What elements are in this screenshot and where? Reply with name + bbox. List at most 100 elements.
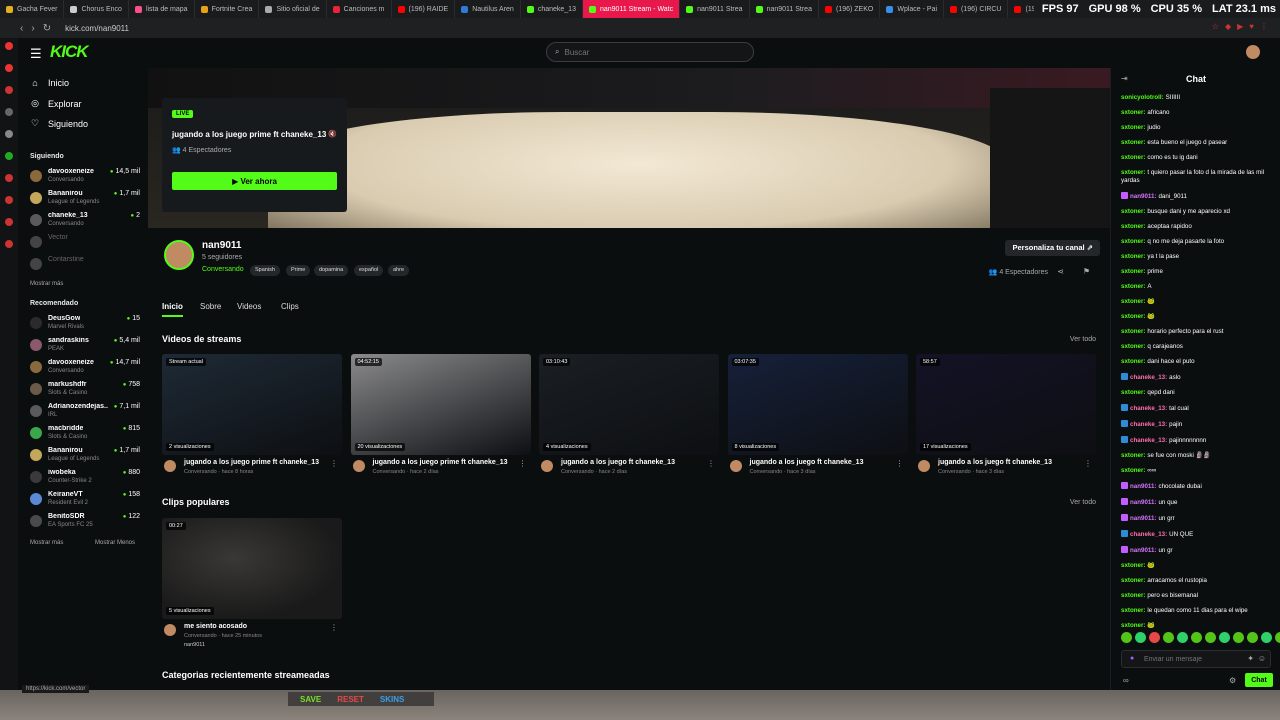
emote-icon[interactable] (1205, 632, 1216, 643)
rail-app-icon[interactable] (5, 86, 13, 94)
live-stream-card[interactable]: LIVE 🔇 jugando a los juego prime ft chan… (162, 98, 347, 212)
mic-icon[interactable]: ● (1130, 655, 1134, 662)
chat-username[interactable]: chaneke_13: (1130, 531, 1167, 538)
emoji-icon[interactable]: ☺ (1258, 654, 1266, 663)
extension-icon[interactable]: ◆ (1225, 22, 1231, 31)
sidebar-nav-home[interactable]: ⌂ Inicio (30, 78, 69, 88)
tab-videos[interactable]: Videos (237, 302, 261, 311)
tag-chip[interactable]: ahre (388, 265, 410, 276)
chat-username[interactable]: sxtoner: (1121, 283, 1145, 290)
chat-username[interactable]: chaneke_13: (1130, 437, 1167, 444)
emote-icon[interactable] (1261, 632, 1272, 643)
channel-category-link[interactable]: Conversando (202, 266, 244, 273)
chat-input[interactable] (1144, 655, 1234, 663)
search-input[interactable] (564, 47, 735, 57)
rail-app-icon[interactable] (5, 42, 13, 50)
video-menu-icon[interactable]: ⋮ (707, 459, 715, 468)
video-thumbnail[interactable]: 04:52:15 20 visualizaciones (350, 354, 531, 455)
video-title[interactable]: jugando a los juego prime ft chaneke_13 (373, 459, 508, 466)
browser-tab[interactable]: Fortnite Crea (195, 0, 260, 18)
skins-button[interactable]: SKINS (380, 695, 404, 704)
chat-username[interactable]: sonicyolotroll: (1121, 94, 1164, 101)
back-icon[interactable]: ‹ (20, 23, 23, 34)
chat-username[interactable]: sxtoner: (1121, 223, 1145, 230)
mute-icon[interactable]: 🔇 (328, 130, 337, 138)
browser-tab[interactable]: Sitio oficial de (259, 0, 327, 18)
emote-icon[interactable] (1177, 632, 1188, 643)
save-button[interactable]: SAVE (300, 695, 321, 704)
stream-video-card[interactable]: 03:07:35 8 visualizaciones jugando a los j… (727, 354, 908, 483)
browser-tab[interactable]: lista de mapa (129, 0, 195, 18)
video-title[interactable]: jugando a los juego ft chaneke_13 (938, 459, 1052, 466)
watch-now-button[interactable]: ▶ Ver ahora (172, 172, 337, 190)
sidebar-channel[interactable]: KeiraneVT Resident Evil 2 158 (30, 491, 140, 511)
clip-author-name[interactable]: nan9011 (184, 642, 205, 648)
video-title[interactable]: jugando a los juego ft chaneke_13 (750, 459, 864, 466)
chat-username[interactable]: sxtoner: (1121, 607, 1145, 614)
browser-tab[interactable]: Gacha Fever (0, 0, 65, 18)
chat-send-button[interactable]: Chat (1245, 673, 1273, 687)
chat-input-box[interactable]: ● ✦ ☺ (1121, 650, 1271, 668)
url-field[interactable]: kick.com/nan9011 (65, 24, 129, 33)
clip-card[interactable]: 00:27 5 visualizaciones me siento acosad… (162, 518, 342, 657)
tag-chip[interactable]: Prime (286, 265, 311, 276)
browser-tab[interactable]: Canciones m (327, 0, 392, 18)
chat-username[interactable]: sxtoner: (1121, 389, 1145, 396)
sidebar-channel[interactable]: chaneke_13 Conversando 2 (30, 212, 140, 232)
clip-menu-icon[interactable]: ⋮ (330, 623, 338, 632)
video-thumbnail[interactable]: Stream actual 2 visualizaciones (162, 354, 342, 455)
video-menu-icon[interactable]: ⋮ (896, 459, 904, 468)
kick-logo[interactable]: KICK (50, 42, 89, 62)
show-less-link[interactable]: Mostrar Menos (95, 540, 135, 546)
stream-video-card[interactable]: 04:52:15 20 visualizaciones jugando a los … (350, 354, 531, 483)
rail-app-icon[interactable] (5, 130, 13, 138)
tag-chip[interactable]: español (354, 265, 384, 276)
video-title[interactable]: jugando a los juego prime ft chaneke_13 (184, 459, 319, 466)
rail-app-icon[interactable] (5, 108, 13, 116)
rail-app-icon[interactable] (5, 64, 13, 72)
tab-inicio[interactable]: Inicio (162, 302, 183, 317)
browser-tab[interactable]: nan9011 Strea (680, 0, 750, 18)
video-menu-icon[interactable]: ⋮ (519, 459, 527, 468)
video-menu-icon[interactable]: ⋮ (330, 459, 338, 468)
sidebar-channel[interactable]: davooxeneize Conversando 14,5 mil (30, 168, 140, 188)
browser-tab[interactable]: Nautilus Aren (455, 0, 521, 18)
channel-avatar[interactable] (164, 240, 194, 270)
clip-author-avatar[interactable] (164, 624, 176, 636)
rail-app-icon[interactable] (5, 152, 13, 160)
browser-tab[interactable]: (196) RAIDE (392, 0, 456, 18)
forward-icon[interactable]: › (31, 23, 34, 34)
clip-title[interactable]: me siento acosado (184, 623, 247, 630)
chat-username[interactable]: sxtoner: (1121, 577, 1145, 584)
chat-username[interactable]: sxtoner: (1121, 109, 1145, 116)
emote-icon[interactable] (1163, 632, 1174, 643)
clips-see-all-link[interactable]: Ver todo (1070, 499, 1096, 506)
sidebar-nav-following[interactable]: ♡ Siguiendo (30, 118, 88, 129)
sidebar-channel[interactable]: Contarstine (30, 256, 140, 276)
chat-username[interactable]: sxtoner: (1121, 154, 1145, 161)
video-menu-icon[interactable]: ⋮ (1084, 459, 1092, 468)
video-author-avatar[interactable] (164, 460, 176, 472)
video-thumbnail[interactable]: 03:10:43 4 visualizaciones (539, 354, 719, 455)
video-author-avatar[interactable] (729, 460, 742, 472)
emote-icon[interactable] (1275, 632, 1280, 643)
sidebar-channel[interactable]: iwobeka Counter-Strike 2 880 (30, 469, 140, 489)
chat-username[interactable]: nan9011: (1130, 547, 1156, 554)
chat-username[interactable]: nan9011: (1130, 483, 1156, 490)
browser-tab[interactable]: (196) CIRCU (944, 0, 1009, 18)
chat-username[interactable]: sxtoner: (1121, 467, 1145, 474)
browser-tab[interactable]: Chorus Enco (64, 0, 129, 18)
gif-icon[interactable]: ✦ (1247, 654, 1254, 663)
sidebar-channel[interactable]: BenitoSDR EA Sports FC 25 122 (30, 513, 140, 533)
chat-username[interactable]: sxtoner: (1121, 298, 1145, 305)
sidebar-channel[interactable]: DeusGow Marvel Rivals 15 (30, 315, 140, 335)
video-author-avatar[interactable] (352, 460, 365, 472)
chat-username[interactable]: sxtoner: (1121, 124, 1145, 131)
rail-app-icon[interactable] (5, 174, 13, 182)
chat-username[interactable]: nan9011: (1130, 193, 1156, 200)
streams-see-all-link[interactable]: Ver todo (1070, 336, 1096, 343)
browser-tab[interactable]: nan9011 Stream - Watc (582, 0, 681, 18)
emote-icon[interactable] (1233, 632, 1244, 643)
customize-channel-button[interactable]: Personaliza tu canal ⇗ (1005, 240, 1100, 256)
sidebar-channel[interactable]: Vector (30, 234, 140, 254)
